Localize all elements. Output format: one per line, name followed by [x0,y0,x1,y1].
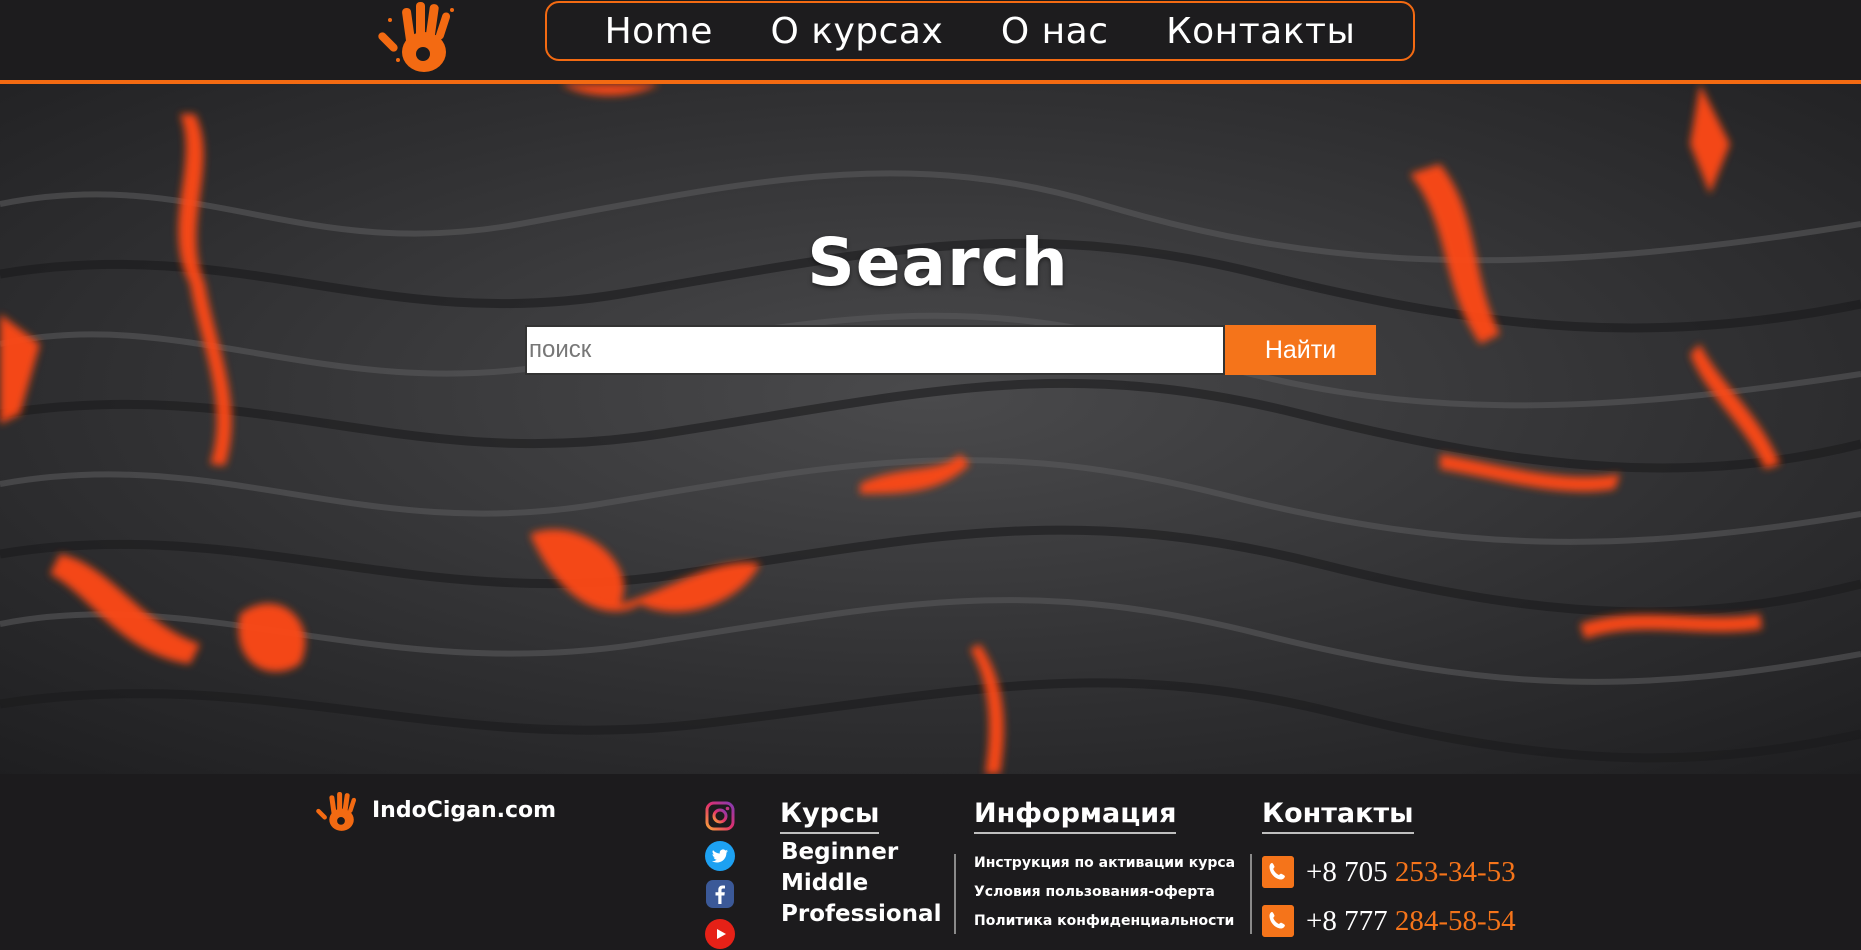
info-heading: Информация [974,798,1177,834]
phone-icon [1262,856,1294,888]
nav-home[interactable]: Home [605,11,713,52]
nav-contacts[interactable]: Контакты [1166,11,1355,52]
course-beginner-link[interactable]: Beginner [781,839,898,865]
hand-logo-icon[interactable] [378,0,468,76]
courses-heading: Курсы [780,798,880,834]
phone-1-prefix: +8 705 [1306,856,1388,888]
facebook-icon[interactable] [704,878,736,910]
phone-2-number: 284-58-54 [1394,905,1516,937]
phone-2[interactable]: +8 777 284-58-54 [1306,905,1516,938]
phone-1[interactable]: +8 705 253-34-53 [1306,856,1516,889]
footer-divider [954,854,956,934]
phone-2-prefix: +8 777 [1306,905,1388,937]
search-input[interactable] [525,325,1225,375]
hand-logo-icon[interactable] [316,788,366,836]
instagram-icon[interactable] [704,800,736,832]
nav-about-us[interactable]: О нас [1001,11,1109,52]
lava-background [0,84,1861,774]
course-professional-link[interactable]: Professional [781,901,941,927]
phone-1-number: 253-34-53 [1394,856,1516,888]
contacts-heading: Контакты [1262,798,1414,834]
site-footer: IndoCigan.com Курсы Beginner Middle Prof… [0,774,1861,949]
info-activation-link[interactable]: Инструкция по активации курса [974,855,1235,871]
hero-section: Search Найти [0,84,1861,774]
brand-name[interactable]: IndoCigan.com [372,798,556,823]
footer-divider [1250,854,1252,934]
youtube-icon[interactable] [704,918,736,950]
main-nav: Home О курсах О нас Контакты [545,1,1415,61]
info-privacy-link[interactable]: Политика конфиденциальности [974,913,1234,929]
site-header: Home О курсах О нас Контакты [0,0,1861,84]
search-title: Search [807,224,1069,301]
search-button[interactable]: Найти [1225,325,1376,375]
phone-icon [1262,905,1294,937]
course-middle-link[interactable]: Middle [781,870,868,896]
info-terms-link[interactable]: Условия пользования-оферта [974,884,1215,900]
twitter-icon[interactable] [704,840,736,872]
nav-about-courses[interactable]: О курсах [770,11,943,52]
